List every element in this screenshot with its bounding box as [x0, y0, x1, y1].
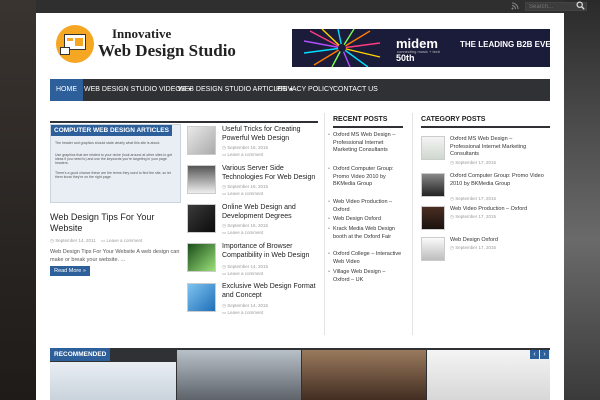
article-thumbnail[interactable] — [187, 126, 216, 155]
article-thumbnail[interactable] — [187, 204, 216, 233]
featured-image-text: There's a good chance these are the term… — [55, 171, 171, 179]
article-comment[interactable]: ▭ Leave a comment — [222, 152, 263, 158]
article-thumbnail[interactable] — [187, 165, 216, 194]
featured-date: ◷ September 14, 2011 — [50, 238, 96, 243]
banner-headline: THE LEADING B2B EVENT — [460, 40, 550, 49]
article-title[interactable]: Various Server Side Technologies For Web… — [222, 165, 318, 182]
recommended-label: RECOMMENDED — [50, 348, 111, 361]
recent-post-link[interactable]: Oxford MS Web Design – Professional Inte… — [328, 132, 403, 155]
article-title[interactable]: Importance of Browser Compatibility in W… — [222, 243, 318, 260]
category-post-thumbnail[interactable] — [421, 206, 445, 230]
category-post-title[interactable]: Web Video Production – Oxford — [450, 206, 544, 214]
featured-image-text: The header and graphics should state cle… — [55, 141, 161, 145]
nav-item-contact[interactable]: CONTACT US — [327, 79, 384, 101]
article-date: ◷ September 16, 2015 — [222, 184, 268, 189]
article-date: ◷ September 16, 2015 — [222, 145, 268, 150]
section-rule — [50, 121, 318, 123]
recommended-thumbnail[interactable] — [50, 362, 176, 400]
recent-post-link[interactable]: Krack Media Web Design booth at the Oxfo… — [328, 226, 403, 241]
article-date: ◷ September 14, 2015 — [222, 303, 268, 308]
background-left — [0, 0, 36, 400]
top-bar — [36, 0, 587, 13]
recommended-thumbnail[interactable] — [177, 350, 301, 400]
category-post-thumbnail[interactable] — [421, 237, 445, 261]
section-rule — [421, 126, 550, 128]
recent-post-link[interactable]: Web Design Oxford — [328, 216, 403, 224]
category-post-title[interactable]: Web Design Oxford — [450, 237, 544, 245]
recent-posts-title: RECENT POSTS — [333, 116, 388, 123]
recent-post-link[interactable]: Oxford College – Interactive Web Video — [328, 251, 403, 266]
main-nav: HOME WEB DESIGN STUDIO VIDEOS ▼ WEB DESIG… — [50, 79, 550, 101]
category-post-title[interactable]: Oxford MS Web Design – Professional Inte… — [450, 136, 544, 159]
featured-category-tag[interactable]: COMPUTER WEB DESIGN ARTICLES — [51, 125, 172, 136]
article-comment[interactable]: ▭ Leave a comment — [222, 230, 263, 236]
article-date: ◷ September 14, 2015 — [222, 264, 268, 269]
banner-number: 50th — [396, 53, 415, 63]
featured-excerpt: Web Design Tips For Your Website A web d… — [50, 249, 180, 263]
category-post-date: ◷ September 17, 2015 — [450, 196, 496, 201]
recent-post-link[interactable]: Oxford Computer Group: Promo Video 2010 … — [328, 166, 403, 189]
page-container: Innovative Web Design Studio midem conne… — [36, 13, 564, 400]
article-comment[interactable]: ▭ Leave a comment — [222, 191, 263, 197]
featured-image[interactable]: COMPUTER WEB DESIGN ARTICLES The header … — [50, 124, 181, 203]
read-more-button[interactable]: Read More » — [50, 266, 90, 276]
section-rule — [333, 126, 403, 128]
chevron-left-icon[interactable]: ‹ — [530, 350, 539, 359]
article-title[interactable]: Exclusive Web Design Format and Concept — [222, 283, 318, 300]
recent-post-link[interactable]: Village Web Design – Oxford – UK — [328, 269, 403, 284]
column-divider — [324, 113, 325, 335]
article-title[interactable]: Online Web Design and Development Degree… — [222, 204, 318, 221]
logo-text-line2: Web Design Studio — [98, 41, 236, 60]
category-post-thumbnail[interactable] — [421, 173, 445, 197]
category-posts-title: CATEGORY POSTS — [421, 116, 486, 123]
article-title[interactable]: Useful Tricks for Creating Powerful Web … — [222, 126, 318, 143]
article-comment[interactable]: ▭ Leave a comment — [222, 310, 263, 316]
logo-text-line1: Innovative — [112, 26, 172, 41]
article-thumbnail[interactable] — [187, 283, 216, 312]
recommended-thumbnail[interactable] — [302, 350, 426, 400]
site-logo[interactable]: Innovative Web Design Studio — [56, 23, 236, 67]
recent-post-link[interactable]: Web Video Production – Oxford — [328, 199, 403, 214]
column-divider — [412, 113, 413, 335]
category-post-date: ◷ September 17, 2015 — [450, 214, 496, 219]
featured-title[interactable]: Web Design Tips For Your Website — [50, 212, 180, 234]
article-comment[interactable]: ▭ Leave a comment — [222, 271, 263, 277]
featured-image-text: Use graphics that are related to your ni… — [55, 153, 173, 165]
article-thumbnail[interactable] — [187, 243, 216, 272]
search-icon[interactable] — [576, 1, 585, 12]
featured-comment[interactable]: ▭ Leave a comment — [101, 238, 142, 244]
banner-ad[interactable]: midem connecting music + tech 50th THE L… — [292, 29, 550, 67]
logo-badge-icon — [56, 25, 94, 63]
rss-icon[interactable] — [511, 2, 519, 10]
category-post-thumbnail[interactable] — [421, 136, 445, 160]
article-date: ◷ September 16, 2015 — [222, 223, 268, 228]
banner-burst-graphic — [303, 29, 381, 67]
category-post-date: ◷ September 17, 2015 — [450, 160, 496, 165]
category-post-date: ◷ September 17, 2015 — [450, 245, 496, 250]
chevron-right-icon[interactable]: › — [540, 350, 549, 359]
recommended-strip: RECOMMENDED ‹ › — [50, 348, 550, 400]
background-right — [564, 0, 600, 400]
category-post-title[interactable]: Oxford Computer Group: Promo Video 2010 … — [450, 173, 544, 188]
